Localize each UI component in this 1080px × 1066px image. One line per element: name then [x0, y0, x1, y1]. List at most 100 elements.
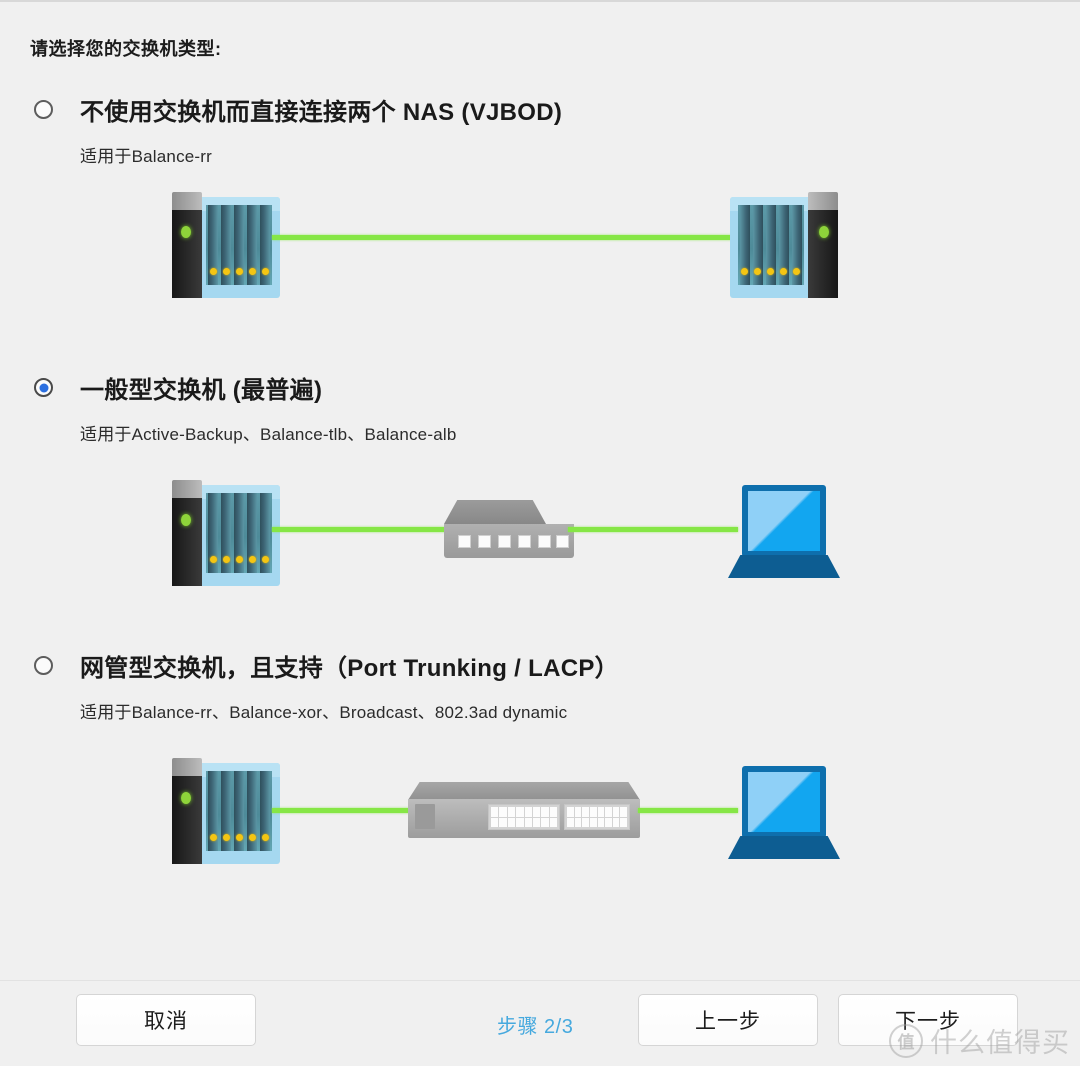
switch-port	[516, 817, 524, 827]
switch-console-panel	[415, 804, 435, 829]
switch-port	[582, 817, 589, 827]
nas-bay	[766, 205, 776, 285]
switch-port	[597, 817, 605, 827]
nas-bay	[753, 205, 763, 285]
nas-icon-right	[730, 192, 842, 298]
radio-general-switch[interactable]	[34, 378, 53, 397]
option-direct-nas[interactable]: 不使用交换机而直接连接两个 NAS (VJBOD) 适用于Balance-rr	[0, 94, 1080, 166]
managed-switch-icon	[408, 782, 640, 838]
switch-port	[589, 807, 597, 817]
option-managed-switch[interactable]: 网管型交换机，且支持（Port Trunking / LACP） 适用于Bala…	[0, 650, 1080, 722]
option-title: 一般型交换机 (最普遍)	[80, 377, 323, 404]
option-title: 不使用交换机而直接连接两个 NAS (VJBOD)	[80, 99, 563, 126]
nas-bay-led	[262, 834, 269, 841]
switch-port	[518, 535, 531, 548]
switch-port	[532, 817, 541, 827]
nas-bay	[247, 493, 257, 573]
switch-port	[524, 807, 532, 817]
nas-power-led	[181, 792, 191, 804]
nas-bay	[208, 771, 218, 851]
switch-top-face	[444, 500, 546, 524]
nas-bay-led	[210, 834, 217, 841]
previous-step-button[interactable]: 上一步	[638, 994, 818, 1046]
nas-bay	[740, 205, 750, 285]
switch-port	[556, 535, 569, 548]
page-title: 请选择您的交换机类型:	[30, 39, 222, 59]
connection-wire-right	[568, 527, 738, 532]
diagram-direct-nas	[0, 192, 1080, 322]
nas-drive-bays	[206, 771, 272, 851]
switch-port	[620, 817, 627, 827]
connection-wire-left	[272, 527, 457, 532]
switch-port-group	[488, 804, 560, 830]
radio-direct-nas[interactable]	[34, 100, 53, 119]
connection-wire	[272, 235, 742, 240]
nas-bay-led	[262, 268, 269, 275]
nas-bay	[234, 205, 244, 285]
laptop-lid	[742, 766, 826, 838]
nas-bay	[208, 493, 218, 573]
switch-port	[498, 535, 511, 548]
option-general-switch[interactable]: 一般型交换机 (最普遍) 适用于Active-Backup、Balance-tl…	[0, 372, 1080, 444]
option-header[interactable]: 网管型交换机，且支持（Port Trunking / LACP）	[0, 650, 1080, 684]
switch-type-wizard-page: 请选择您的交换机类型: 不使用交换机而直接连接两个 NAS (VJBOD) 适用…	[0, 0, 1080, 1066]
switch-port	[507, 817, 516, 827]
nas-bay	[221, 493, 231, 573]
nas-bay-led	[236, 268, 243, 275]
nas-bay-led	[210, 556, 217, 563]
switch-port	[516, 807, 524, 817]
switch-port	[567, 817, 574, 827]
nas-bay-led	[223, 268, 230, 275]
nas-drive-bays	[738, 205, 804, 285]
switch-port	[491, 817, 499, 827]
cancel-button[interactable]: 取消	[76, 994, 256, 1046]
switch-port	[478, 535, 491, 548]
nas-bay-led	[793, 268, 800, 275]
switch-port	[541, 807, 549, 817]
nas-bay	[260, 205, 270, 285]
nas-drive-bays	[206, 493, 272, 573]
laptop-icon	[728, 485, 840, 580]
step-indicator: 步骤 2/3	[497, 1016, 574, 1038]
option-header[interactable]: 不使用交换机而直接连接两个 NAS (VJBOD)	[0, 94, 1080, 128]
nas-bay-led	[754, 268, 761, 275]
option-title: 网管型交换机，且支持（Port Trunking / LACP）	[80, 655, 619, 682]
nas-bay	[221, 205, 231, 285]
switch-port	[574, 817, 582, 827]
switch-port	[574, 807, 582, 817]
switch-port	[612, 807, 620, 817]
nas-power-led	[181, 514, 191, 526]
nas-bay	[234, 493, 244, 573]
nas-bay	[247, 205, 257, 285]
switch-port	[499, 807, 507, 817]
switch-top-face	[408, 782, 640, 800]
connection-wire-left	[272, 808, 416, 813]
nas-icon	[168, 480, 280, 586]
nas-drive-bays	[206, 205, 272, 285]
nas-bay-led	[223, 834, 230, 841]
laptop-lid	[742, 485, 826, 557]
switch-front-face	[408, 799, 640, 838]
diagram-general-switch	[0, 480, 1080, 610]
option-header[interactable]: 一般型交换机 (最普遍)	[0, 372, 1080, 406]
option-subtitle: 适用于Balance-rr、Balance-xor、Broadcast、802.…	[80, 703, 568, 722]
switch-port	[549, 817, 557, 827]
nas-icon-left	[168, 192, 280, 298]
nas-bay	[247, 771, 257, 851]
radio-managed-switch[interactable]	[34, 656, 53, 675]
switch-port	[499, 817, 507, 827]
nas-bay-led	[741, 268, 748, 275]
option-subtitle: 适用于Active-Backup、Balance-tlb、Balance-alb	[80, 425, 457, 444]
nas-power-led	[819, 226, 829, 238]
nas-front-face	[172, 498, 202, 586]
nas-icon	[168, 758, 280, 864]
laptop-icon	[728, 766, 840, 861]
nas-bay-led	[780, 268, 787, 275]
network-switch-icon	[444, 498, 574, 560]
nas-front-face	[808, 210, 838, 298]
switch-port	[612, 817, 620, 827]
switch-port	[589, 817, 597, 827]
nas-bay-led	[249, 834, 256, 841]
next-step-button[interactable]: 下一步	[838, 994, 1018, 1046]
nas-bay-led	[262, 556, 269, 563]
